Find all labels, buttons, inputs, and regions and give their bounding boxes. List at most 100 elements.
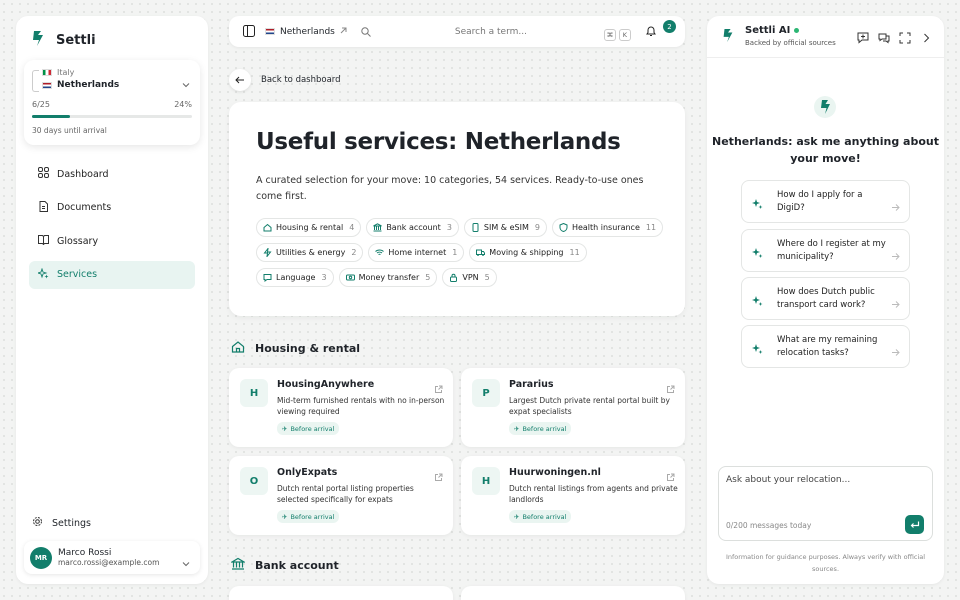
brand-name: Settli (56, 33, 96, 48)
plane-icon: ✈ (514, 512, 520, 521)
back-button[interactable] (229, 69, 251, 91)
user-menu[interactable]: MR Marco Rossi marco.rossi@example.com (24, 541, 200, 574)
user-name: Marco Rossi (58, 548, 112, 558)
service-description: Dutch rental portal listing properties s… (277, 484, 414, 504)
progress-row: 6/25 24% (32, 100, 192, 109)
sparkle-icon (751, 195, 763, 214)
assistant-header: Settli AI Backed by official sources (707, 16, 944, 58)
chip-language[interactable]: Language 3 (256, 268, 334, 287)
service-description: Mid-term furnished rentals with no in-pe… (277, 396, 445, 416)
sparkle-icon (36, 267, 49, 282)
avatar: MR (30, 546, 52, 569)
sim-icon (472, 223, 479, 232)
chip-money[interactable]: Money transfer 5 (338, 268, 438, 287)
sidebar-toggle-icon[interactable] (243, 22, 255, 41)
brand[interactable]: Settli (30, 30, 96, 51)
arrow-right-icon (891, 294, 900, 313)
book-icon (38, 234, 49, 248)
sidebar-item-dashboard[interactable]: Dashboard (29, 160, 195, 188)
route-bracket (32, 70, 39, 92)
send-button[interactable] (905, 515, 924, 534)
arrow-right-icon (891, 197, 900, 216)
service-description: Largest Dutch private rental portal buil… (509, 396, 670, 416)
bank-icon (373, 223, 383, 232)
service-name: Huurwoningen.nl (509, 467, 601, 478)
suggestion-transport[interactable]: How does Dutch public transport card wor… (741, 277, 910, 320)
timing-badge: ✈ Before arrival (509, 422, 572, 435)
service-card-pararius[interactable]: P Pararius Largest Dutch private rental … (461, 368, 685, 447)
service-name: Pararius (509, 379, 554, 390)
category-chips: Housing & rental 4 Bank account 3 SIM & eS… (256, 218, 666, 287)
bell-icon[interactable] (645, 22, 657, 41)
expand-icon[interactable] (899, 29, 911, 48)
user-info: Marco Rossi marco.rossi@example.com (58, 548, 159, 567)
progress-percent: 24% (174, 100, 192, 109)
progress-bar-fill (32, 115, 71, 118)
netherlands-flag-icon (265, 28, 275, 35)
assistant-welcome: Netherlands: ask me anything about your … (712, 135, 939, 165)
chat-composer[interactable]: Ask about your relocation... 0/200 messa… (718, 466, 933, 541)
chip-vpn[interactable]: VPN 5 (442, 268, 497, 287)
chat-history-icon[interactable] (878, 29, 890, 48)
money-icon (345, 274, 355, 281)
chip-moving[interactable]: Moving & shipping 11 (469, 243, 587, 262)
back-link[interactable]: Back to dashboard (229, 69, 341, 91)
suggestion-text: Where do I register at my municipality? (777, 239, 886, 262)
country-selector[interactable]: Netherlands (265, 27, 347, 37)
chevron-right-icon[interactable] (920, 29, 932, 48)
kbd-cmd: ⌘ (603, 29, 616, 41)
timing-badge: ✈ Before arrival (277, 422, 340, 435)
suggestion-digid[interactable]: How do I apply for a DigiD? (741, 180, 910, 223)
arrow-up-right-icon (340, 27, 347, 37)
search-shortcut: ⌘ K (601, 22, 631, 41)
settings-label: Settings (52, 517, 91, 529)
sidebar-item-glossary[interactable]: Glossary (29, 227, 195, 255)
grid-icon (38, 167, 49, 181)
page-title: Useful services: Netherlands (256, 129, 621, 155)
country-name: Netherlands (280, 26, 335, 37)
section-housing-header: Housing & rental (231, 340, 360, 357)
sidebar-item-label: Documents (57, 202, 112, 213)
destination-country: Netherlands (42, 80, 119, 90)
page-description: A curated selection for your move: 10 ca… (256, 175, 644, 202)
sidebar-item-settings[interactable]: Settings (32, 516, 91, 530)
document-icon (38, 200, 49, 215)
service-card-housinganywhere[interactable]: H HousingAnywhere Mid-term furnished ren… (229, 368, 453, 447)
sidebar-item-documents[interactable]: Documents (29, 194, 195, 222)
suggestion-tasks[interactable]: What are my remaining relocation tasks? (741, 325, 910, 368)
chevron-down-icon[interactable] (182, 74, 190, 93)
new-chat-icon[interactable] (857, 29, 869, 48)
truck-icon (476, 249, 486, 256)
timing-badge: ✈ Before arrival (509, 510, 572, 523)
search-input[interactable]: Search a term... (455, 27, 555, 37)
home-icon (231, 340, 245, 357)
home-icon (263, 223, 272, 232)
sparkle-icon (751, 292, 763, 311)
chip-internet[interactable]: Home internet 1 (368, 243, 465, 262)
italy-flag-icon (42, 69, 52, 76)
bolt-icon (263, 248, 272, 257)
online-indicator (794, 28, 800, 33)
chip-utilities[interactable]: Utilities & energy 2 (256, 243, 364, 262)
ai-assistant-panel: Settli AI Backed by official sources Net… (707, 16, 944, 584)
chat-input[interactable]: Ask about your relocation... (726, 475, 850, 485)
chip-bank[interactable]: Bank account 3 (366, 218, 459, 237)
search-icon (361, 22, 371, 41)
sparkle-icon (751, 244, 763, 263)
service-card-partial[interactable] (229, 586, 453, 600)
section-title: Bank account (255, 559, 339, 572)
chip-housing[interactable]: Housing & rental 4 (256, 218, 362, 237)
chip-sim[interactable]: SIM & eSIM 9 (463, 218, 547, 237)
service-card-huurwoningen[interactable]: H Huurwoningen.nl Dutch rental listings … (461, 456, 685, 535)
service-card-partial[interactable] (461, 586, 685, 600)
sidebar-item-services[interactable]: Services (29, 260, 195, 289)
service-card-onlyexpats[interactable]: O OnlyExpats Dutch rental portal listing… (229, 456, 453, 535)
move-progress-card[interactable]: Italy Netherlands 6/25 24% 30 days until… (24, 60, 200, 145)
service-description: Dutch rental listings from agents and pr… (509, 484, 678, 504)
plane-icon: ✈ (514, 424, 520, 433)
assistant-disclaimer: Information for guidance purposes. Alway… (725, 553, 926, 573)
chip-health[interactable]: Health insurance 11 (551, 218, 664, 237)
sidebar-nav: Dashboard Documents Glossary Services (29, 160, 195, 294)
plane-icon: ✈ (282, 512, 288, 521)
suggestion-municipality[interactable]: Where do I register at my municipality? (741, 229, 910, 272)
